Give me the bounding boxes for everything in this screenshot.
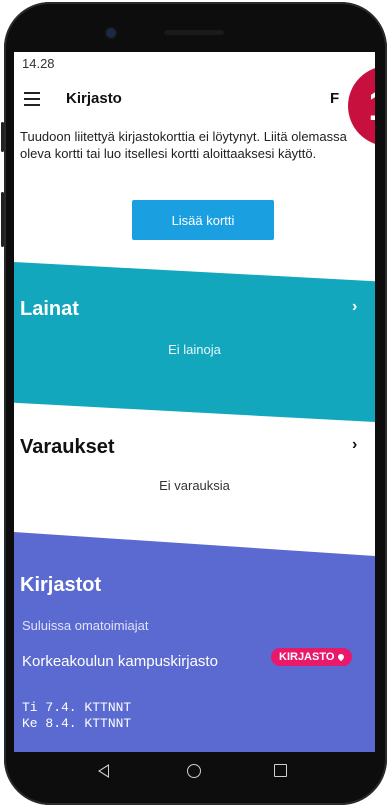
- reservations-empty-text: Ei varauksia: [159, 478, 230, 493]
- menu-icon[interactable]: [24, 92, 40, 106]
- power-button: [1, 192, 4, 247]
- library-hours-line: Ti 7.4. KTTNNT: [22, 700, 132, 715]
- chevron-right-icon[interactable]: ›: [352, 298, 357, 316]
- status-time: 14.28: [22, 56, 55, 71]
- appbar-action[interactable]: F: [330, 90, 339, 107]
- location-pin-icon: [337, 652, 346, 662]
- reservations-title: Varaukset: [20, 436, 115, 458]
- status-bar: 14.28: [14, 52, 375, 74]
- no-card-notice: Tuudoon liitettyä kirjastokorttia ei löy…: [20, 129, 347, 161]
- chevron-right-icon[interactable]: ›: [352, 436, 357, 454]
- app-bar: Kirjasto F 1: [14, 66, 375, 146]
- library-tag-label: KIRJASTO: [279, 651, 335, 663]
- phone-frame: 14.28 Kirjasto F 1 Tuudoon liitettyä kir…: [1, 2, 387, 805]
- loans-empty-text: Ei lainoja: [168, 342, 221, 357]
- add-card-button[interactable]: Lisää kortti: [132, 200, 274, 240]
- earpiece-speaker: [164, 30, 224, 35]
- libraries-status: Suluissa omatoimiajat: [22, 618, 149, 633]
- front-camera: [106, 28, 116, 38]
- volume-button: [1, 122, 4, 152]
- home-icon[interactable]: [187, 764, 201, 778]
- app-screen: 14.28 Kirjasto F 1 Tuudoon liitettyä kir…: [14, 52, 375, 752]
- system-nav-bar: [14, 752, 375, 798]
- library-hours-line: Ke 8.4. KTTNNT: [22, 716, 132, 731]
- page-title: Kirjasto: [66, 90, 122, 107]
- library-hours: Ti 7.4. KTTNNT Ke 8.4. KTTNNT: [22, 700, 131, 732]
- library-tag-badge[interactable]: KIRJASTO: [271, 648, 353, 666]
- recent-apps-icon[interactable]: [274, 764, 287, 777]
- back-icon[interactable]: [98, 764, 109, 778]
- libraries-title: Kirjastot: [20, 574, 102, 596]
- loans-title: Lainat: [20, 298, 79, 320]
- library-name[interactable]: Korkeakoulun kampuskirjasto: [22, 652, 222, 671]
